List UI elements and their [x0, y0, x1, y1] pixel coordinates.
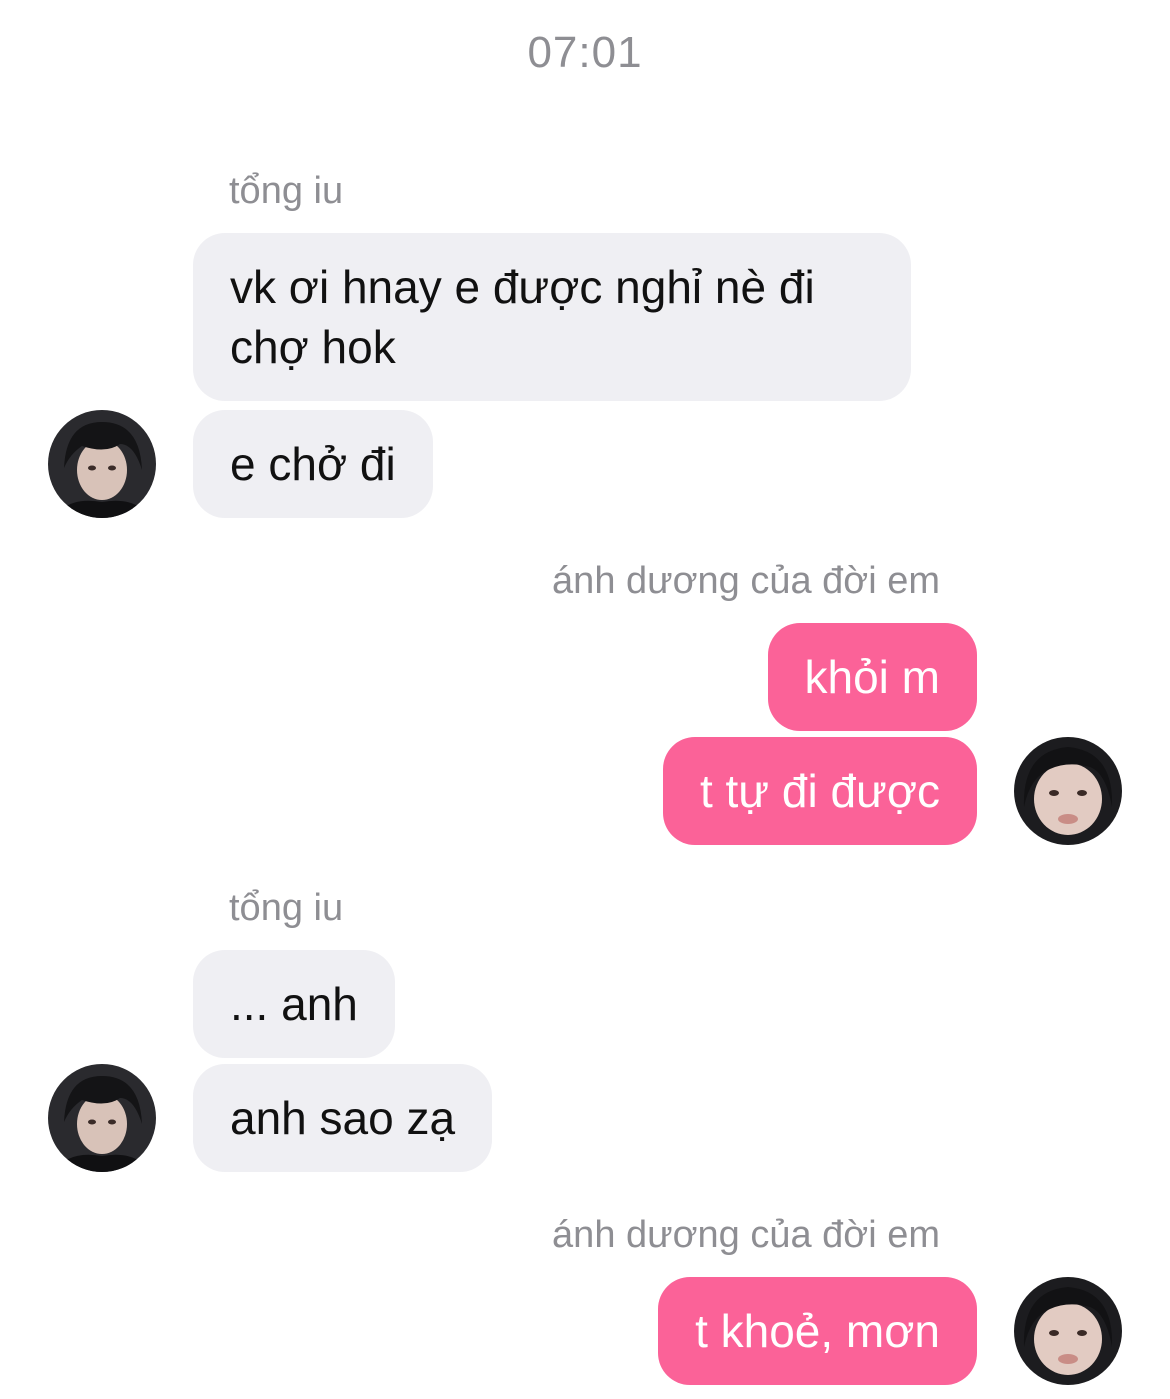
- contact-avatar[interactable]: [48, 410, 156, 518]
- outgoing-message-bubble[interactable]: t khoẻ, mơn: [658, 1277, 977, 1385]
- message-timestamp: 07:01: [527, 28, 643, 77]
- sender-name: ánh dương của đời em: [552, 1214, 940, 1256]
- avatar-photo-icon: [48, 1064, 156, 1172]
- incoming-message-bubble[interactable]: anh sao zạ: [193, 1064, 493, 1172]
- sender-name: tổng iu: [229, 170, 344, 212]
- outgoing-message-bubble[interactable]: khỏi m: [767, 623, 977, 731]
- avatar-photo-icon: [1014, 1277, 1122, 1385]
- incoming-message-bubble[interactable]: e chở đi: [193, 410, 433, 518]
- outgoing-message-bubble[interactable]: t tự đi được: [662, 737, 977, 845]
- avatar-photo-icon: [1014, 737, 1122, 845]
- sender-name: ánh dương của đời em: [552, 560, 940, 602]
- contact-avatar[interactable]: [48, 1064, 156, 1172]
- user-avatar[interactable]: [1014, 1277, 1122, 1385]
- user-avatar[interactable]: [1014, 737, 1122, 845]
- incoming-message-bubble[interactable]: ... anh: [193, 950, 395, 1058]
- incoming-message-bubble[interactable]: vk ơi hnay e được nghỉ nè đi chợ hok: [193, 233, 911, 401]
- sender-name: tổng iu: [229, 887, 344, 929]
- avatar-photo-icon: [48, 410, 156, 518]
